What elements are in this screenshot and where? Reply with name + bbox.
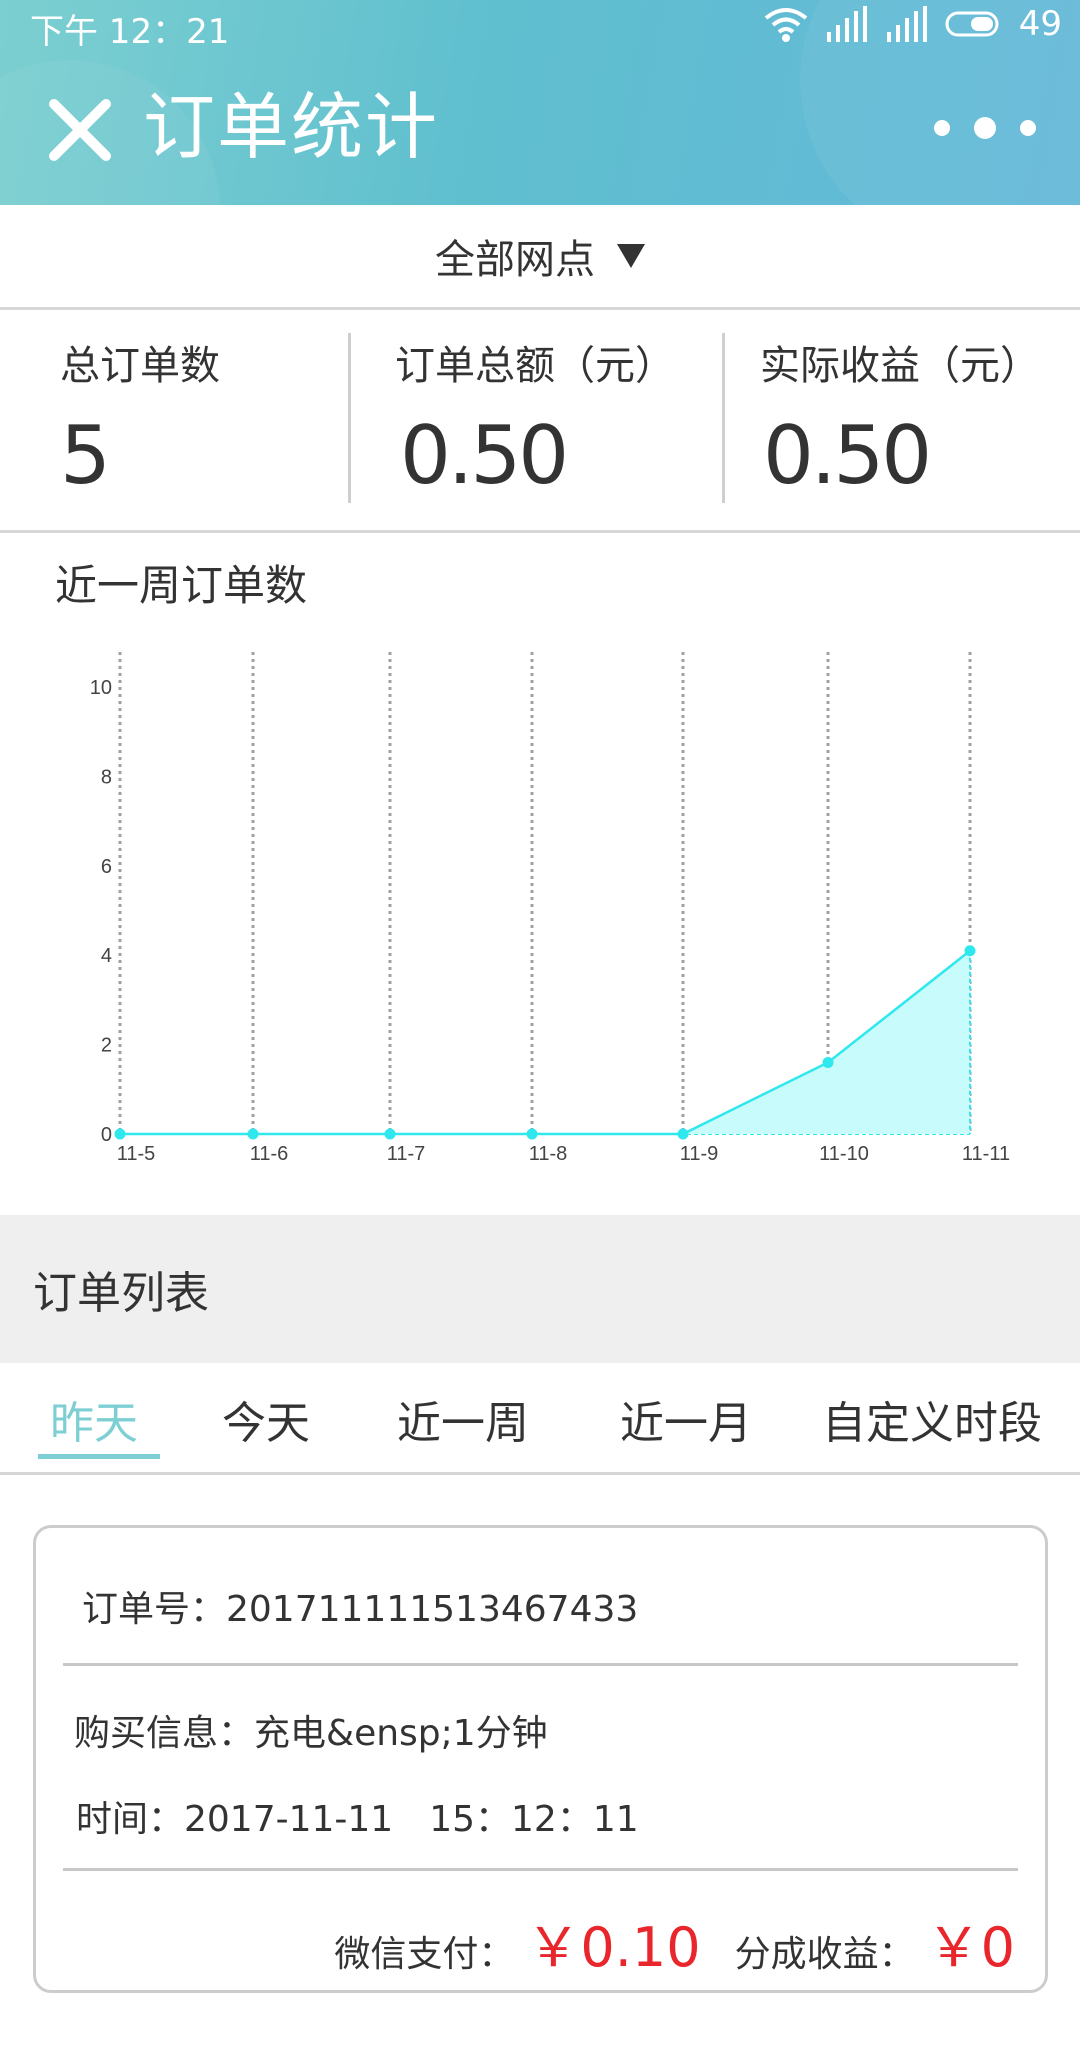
active-tab-indicator [38,1454,160,1459]
data-point [964,945,976,957]
more-options-icon[interactable] [930,108,1040,148]
stat-label: 实际收益（元） [760,343,1040,389]
status-icons: 49 [763,4,1062,44]
data-point [677,1128,689,1140]
y-tick-label: 0 [101,1124,112,1146]
stat-total-orders: 总订单数 5 [60,313,340,533]
stat-order-amount: 订单总额（元） 0.50 [395,313,715,533]
y-tick-label: 2 [101,1035,112,1057]
wechat-pay-amount: ￥0.10 [526,1916,701,1979]
share-income-amount: ￥0 [926,1916,1015,1979]
close-icon[interactable] [40,90,120,170]
tab-last-month[interactable]: 近一月 [620,1387,752,1451]
data-point [526,1128,538,1140]
branch-filter-dropdown[interactable]: 全部网点 [0,205,1080,310]
payment-row: 微信支付： ￥0.10 分成收益： ￥0 [334,1903,1015,1982]
signal-icon [826,6,867,42]
title-bar: 订单统计 [0,70,1080,180]
page-title: 订单统计 [143,85,440,169]
stat-value: 0.50 [400,409,569,502]
tab-today[interactable]: 今天 [222,1387,310,1451]
data-point [114,1128,126,1140]
tab-last-week[interactable]: 近一周 [397,1387,529,1451]
status-time: 下午 12：21 [30,12,230,52]
series-area [120,950,970,1134]
tab-yesterday[interactable]: 昨天 [50,1387,138,1451]
y-tick-label: 8 [101,766,112,788]
stat-actual-income: 实际收益（元） 0.50 [760,313,1070,533]
divider [722,333,725,503]
battery-icon [945,11,999,37]
order-number: 订单号：201711111513467433 [82,1589,639,1630]
data-point [247,1128,259,1140]
period-tabs: 昨天 今天 近一周 近一月 自定义时段 [0,1363,1080,1475]
x-tick-label: 11-5 [117,1143,156,1165]
battery-level: 49 [1018,4,1062,44]
x-tick-label: 11-10 [819,1143,869,1165]
y-tick-label: 4 [101,945,112,967]
x-tick-label: 11-6 [250,1143,289,1165]
order-list-header: 订单列表 [0,1215,1080,1363]
branch-filter-label: 全部网点 [435,237,595,283]
divider [63,1663,1018,1666]
stat-label: 总订单数 [60,343,220,389]
x-tick-label: 11-11 [962,1143,1010,1165]
divider [63,1868,1018,1871]
data-point [384,1128,396,1140]
dropdown-arrow-icon [617,244,645,268]
x-tick-label: 11-9 [680,1143,719,1165]
x-tick-label: 11-8 [529,1143,568,1165]
app-header: 下午 12：21 49 订单统计 [0,0,1080,205]
purchase-info: 购买信息：充电&ensp;1分钟 [74,1713,548,1754]
stat-label: 订单总额（元） [395,343,675,389]
order-card[interactable]: 订单号：201711111513467433 购买信息：充电&ensp;1分钟 … [33,1525,1048,1993]
y-tick-label: 6 [101,856,112,878]
x-tick-label: 11-7 [387,1143,426,1165]
wechat-pay-label: 微信支付： [334,1934,515,1975]
status-bar: 下午 12：21 49 [0,0,1080,52]
order-list-title: 订单列表 [33,1268,209,1319]
y-tick-label: 10 [90,677,112,699]
signal-icon [886,6,927,42]
order-time: 时间：2017-11-11 15：12：11 [76,1799,639,1840]
stat-value: 0.50 [763,409,932,502]
summary-stats: 总订单数 5 订单总额（元） 0.50 实际收益（元） 0.50 [0,313,1080,533]
weekly-orders-chart: 0 2 4 6 8 10 11-5 11-6 11-7 11-8 11-9 11-10 11-11 [90,652,1010,1165]
data-point [822,1056,834,1068]
share-income-label: 分成收益： [734,1934,915,1975]
stat-value: 5 [60,409,111,502]
divider [348,333,351,503]
wifi-icon [764,8,807,42]
tab-custom-period[interactable]: 自定义时段 [822,1387,1042,1451]
